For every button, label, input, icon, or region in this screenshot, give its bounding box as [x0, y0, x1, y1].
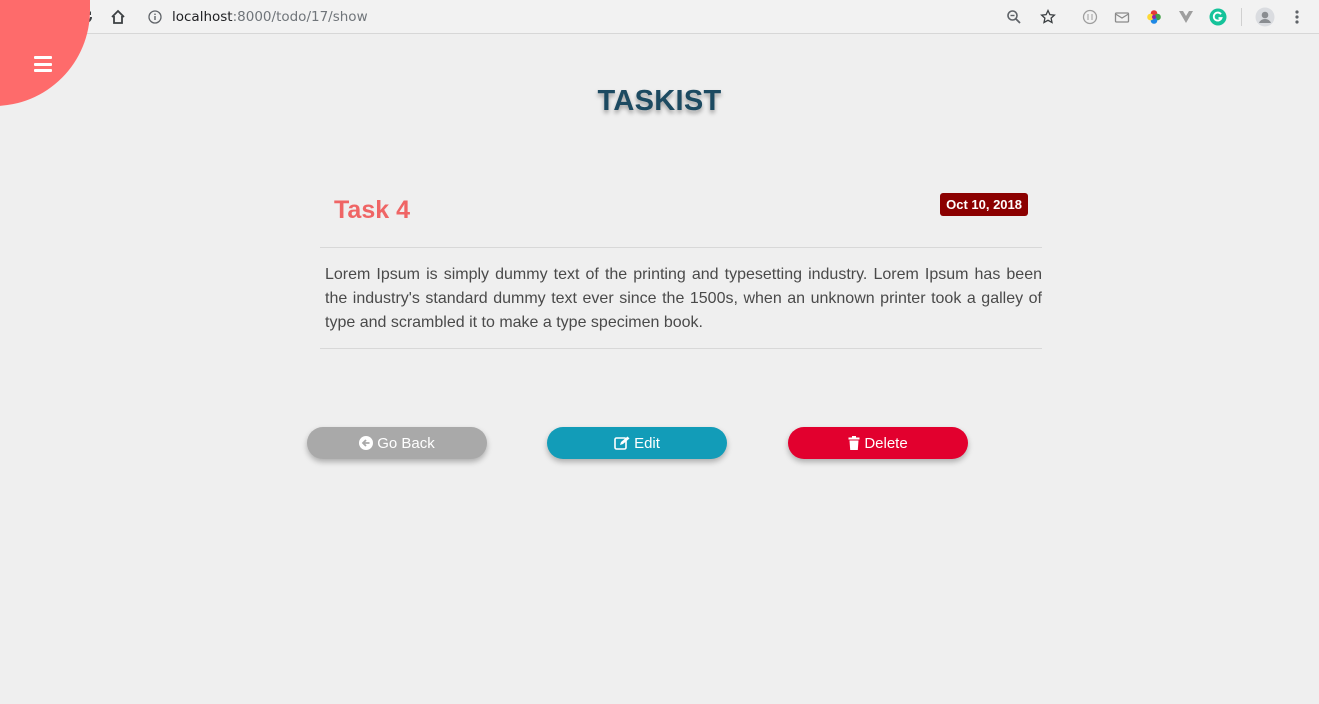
arrow-circle-left-icon [359, 436, 374, 450]
hamburger-menu-icon[interactable] [34, 56, 52, 72]
delete-button[interactable]: Delete [788, 427, 968, 459]
divider [320, 247, 1042, 248]
extension-circle-icon[interactable] [1079, 6, 1101, 28]
go-back-label: Go Back [377, 434, 435, 452]
extension-vue-icon[interactable] [1175, 6, 1197, 28]
url-host: localhost [172, 9, 233, 25]
extension-mail-icon[interactable] [1111, 6, 1133, 28]
grammarly-icon[interactable] [1207, 6, 1229, 28]
go-back-button[interactable]: Go Back [307, 427, 487, 459]
edit-icon [614, 436, 630, 450]
bookmark-star-icon[interactable] [1037, 6, 1059, 28]
extension-color-icon[interactable] [1143, 6, 1165, 28]
home-icon[interactable] [106, 5, 130, 29]
divider [320, 348, 1042, 349]
trash-icon [848, 436, 860, 450]
task-date-badge: Oct 10, 2018 [940, 193, 1028, 216]
address-bar[interactable]: localhost:8000/todo/17/show [148, 6, 368, 28]
edit-label: Edit [634, 434, 660, 452]
delete-label: Delete [864, 434, 908, 452]
task-description: Lorem Ipsum is simply dummy text of the … [325, 266, 1042, 331]
app-title: TASKIST [597, 85, 722, 117]
browser-menu-icon[interactable] [1286, 6, 1308, 28]
profile-avatar-icon[interactable] [1254, 6, 1276, 28]
task-title: Task 4 [334, 196, 410, 224]
edit-button[interactable]: Edit [547, 427, 727, 459]
site-info-icon[interactable] [148, 10, 162, 24]
browser-toolbar: localhost:8000/todo/17/show [0, 0, 1319, 34]
toolbar-separator [1241, 8, 1242, 26]
zoom-icon[interactable] [1003, 6, 1025, 28]
url-path: :8000/todo/17/show [232, 9, 368, 25]
